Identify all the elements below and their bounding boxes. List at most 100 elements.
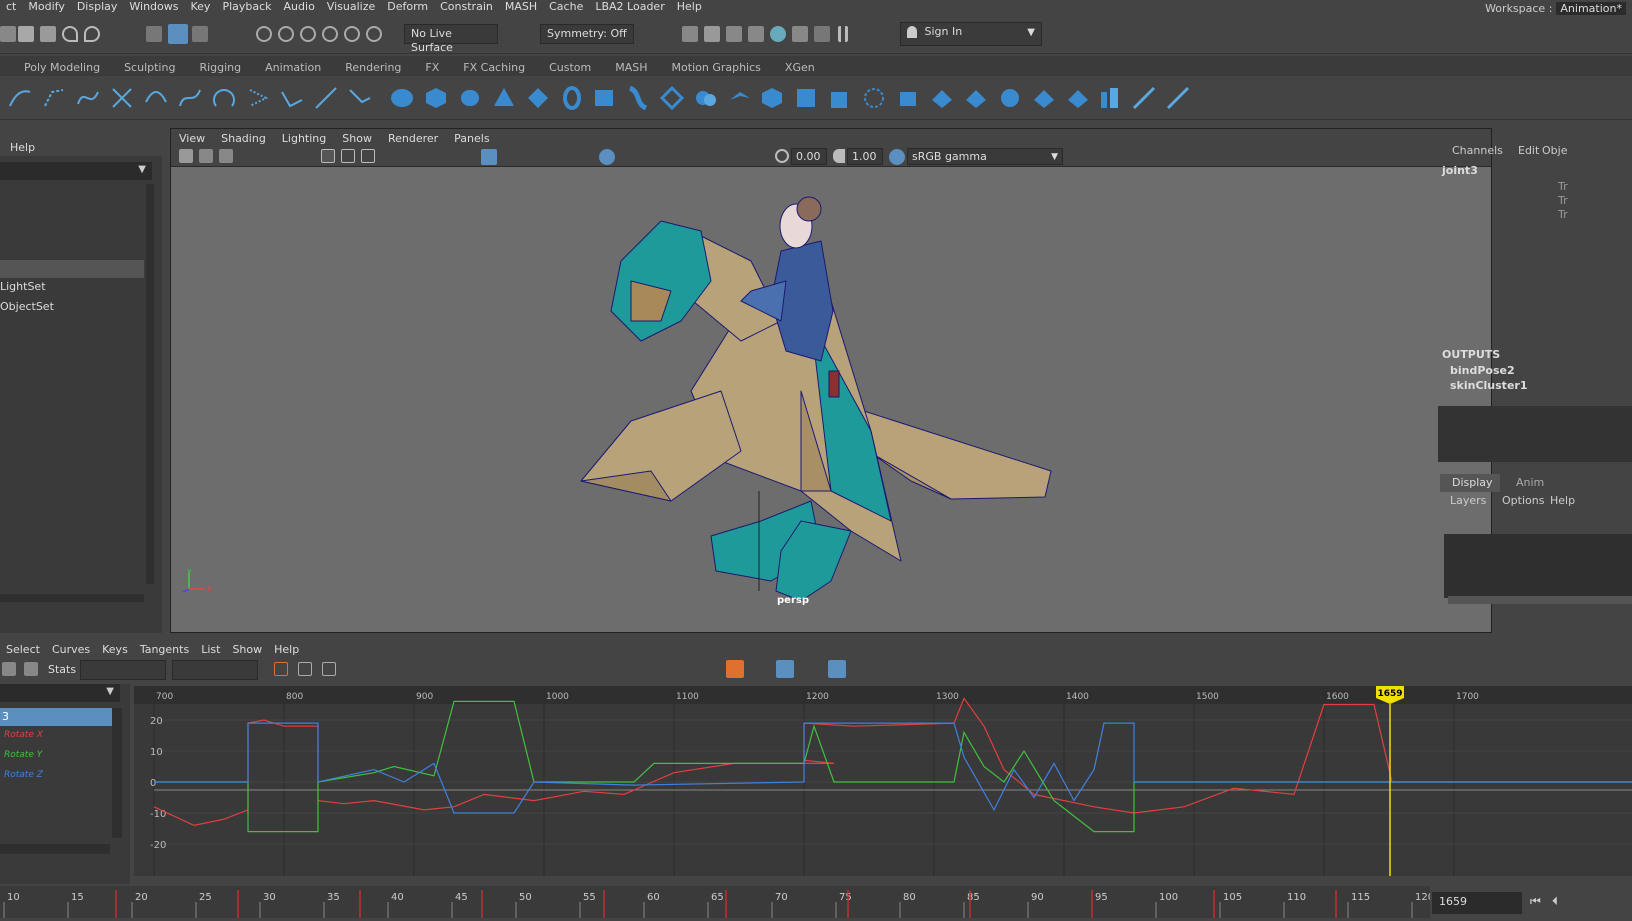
outliner-hscrollbar[interactable] [0,594,144,602]
ep-curve-icon[interactable] [42,86,66,110]
frame-playback-icon[interactable] [322,662,336,676]
extrude-icon[interactable] [694,86,718,110]
workspace-dropdown[interactable]: Animation* [1556,1,1626,15]
resolution-gate-icon[interactable] [361,149,375,163]
smooth-shade-icon[interactable] [481,149,497,165]
stats-frame-field[interactable] [80,660,166,680]
pencil-curve-icon[interactable] [110,86,134,110]
bezier-curve-icon[interactable] [76,86,100,110]
nurbs-plane-icon[interactable] [526,86,550,110]
sculpt-icon[interactable] [1132,86,1156,110]
frame-selection-icon[interactable] [298,662,312,676]
nurbs-sphere-icon[interactable] [390,86,414,110]
bookmark-icon[interactable] [219,149,233,163]
tab-poly-modeling[interactable]: Poly Modeling [12,58,112,76]
menu-select[interactable]: ct [0,1,22,13]
offset-curve-icon[interactable] [348,86,372,110]
isolate-select-icon[interactable] [599,149,615,165]
menu-windows[interactable]: Windows [123,1,184,13]
planar-icon[interactable] [660,86,684,110]
menu-playback[interactable]: Playback [216,1,277,13]
detach-icon[interactable] [1066,86,1090,110]
tab-rigging[interactable]: Rigging [187,58,253,76]
select-hierarchy-icon[interactable] [146,26,162,42]
ge-menu-keys[interactable]: Keys [96,643,134,656]
tab-fx-caching[interactable]: FX Caching [451,58,537,76]
normalize-icon[interactable] [828,660,846,678]
curve-tool-icon[interactable] [314,86,338,110]
exposure-field[interactable]: 0.00 [791,148,827,165]
tab-xgen[interactable]: XGen [773,58,827,76]
cb-object-name[interactable]: joint3 [1442,164,1478,177]
list-item[interactable] [0,260,144,278]
snap-surface-icon[interactable] [344,26,360,42]
menu-key[interactable]: Key [184,1,216,13]
select-object-icon[interactable] [168,24,188,44]
nurbs-cube-icon[interactable] [424,86,448,110]
tab-display[interactable]: Display [1440,474,1500,492]
nurbs-cylinder-icon[interactable] [458,86,482,110]
untrim-icon[interactable] [998,86,1022,110]
vp-menu-show[interactable]: Show [334,132,380,145]
ge-menu-help[interactable]: Help [268,643,305,656]
graph-outliner-hscrollbar[interactable] [0,844,110,854]
cb-output-item[interactable]: bindPose2 [1450,364,1515,377]
vp-menu-shading[interactable]: Shading [213,132,274,145]
paint-icon[interactable] [1166,86,1190,110]
snap-vertex-icon[interactable] [366,26,382,42]
menu-constrain[interactable]: Constrain [434,1,499,13]
go-to-start-icon[interactable]: ⏮ [1530,894,1541,909]
stats-value-field[interactable] [172,660,258,680]
current-frame-field[interactable]: 1659 [1432,892,1522,914]
nurbs-cone-icon[interactable] [492,86,516,110]
ge-menu-select[interactable]: Select [0,643,46,656]
square-surface-icon[interactable] [794,86,818,110]
cb-menu-object[interactable]: Obje [1542,144,1567,157]
list-item[interactable]: ObjectSet [0,300,54,313]
graph-canvas[interactable]: 700 800 900 1000 1100 1200 1300 1400 1500 1600 170… [134,686,1632,876]
tab-mash[interactable]: MASH [603,58,659,76]
vp-menu-panels[interactable]: Panels [446,132,497,145]
film-gate-icon[interactable] [341,149,355,163]
helix-icon[interactable] [246,86,270,110]
render-view-icon[interactable] [792,26,808,42]
tab-animation[interactable]: Animation [253,58,333,76]
list-item[interactable]: 3 [0,708,112,726]
vp-menu-renderer[interactable]: Renderer [380,132,446,145]
color-space-dropdown[interactable]: sRGB gamma ▼ [907,148,1063,165]
menu-mash[interactable]: MASH [499,1,543,13]
layer-menu-help[interactable]: Help [1550,494,1575,507]
camera-icon[interactable] [179,149,193,163]
ipr-render-icon[interactable] [726,26,742,42]
camera-attr-icon[interactable] [199,149,213,163]
select-component-icon[interactable] [192,26,208,42]
snap-curve-icon[interactable] [278,26,294,42]
loft-icon[interactable] [626,86,650,110]
sign-in-button[interactable]: Sign In ▼ [900,22,1042,46]
render-settings-icon[interactable] [748,26,764,42]
horse-rider-model[interactable] [571,191,1071,611]
menu-lba2-loader[interactable]: LBA2 Loader [589,1,670,13]
layer-menu-options[interactable]: Options [1502,494,1544,507]
vp-menu-lighting[interactable]: Lighting [274,132,334,145]
symmetry-dropdown[interactable]: Symmetry: Off [540,24,634,44]
cb-attr[interactable]: Tr [1558,180,1568,193]
menu-help[interactable]: Help [671,1,708,13]
cb-attr[interactable]: Tr [1558,208,1568,221]
menu-audio[interactable]: Audio [278,1,321,13]
live-surface-field[interactable]: No Live Surface [404,24,498,54]
tab-rendering[interactable]: Rendering [333,58,413,76]
snap-view-icon[interactable] [322,26,338,42]
auto-load-icon[interactable] [776,660,794,678]
save-scene-icon[interactable] [40,26,56,42]
menu-modify[interactable]: Modify [22,1,70,13]
snap-grid-icon[interactable] [256,26,272,42]
trim-icon[interactable] [964,86,988,110]
ge-menu-curves[interactable]: Curves [46,643,96,656]
tab-sculpting[interactable]: Sculpting [112,58,187,76]
graph-search[interactable]: ▼ [0,684,120,702]
cv-curve-icon[interactable] [8,86,32,110]
cb-menu-channels[interactable]: Channels [1452,144,1503,157]
revolve-icon[interactable] [592,86,616,110]
undo-icon[interactable] [62,26,78,42]
